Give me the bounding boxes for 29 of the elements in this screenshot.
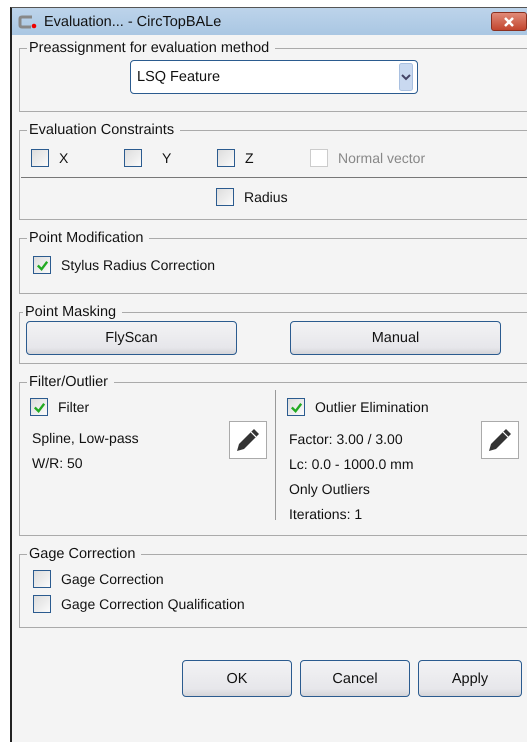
dialog-button[interactable]: Apply — [418, 660, 522, 697]
group-title: Filter/Outlier — [28, 374, 109, 390]
mask-button[interactable]: FlyScan — [26, 321, 237, 355]
setting-text: W/R: 50 — [31, 454, 84, 473]
setting-text: Only Outliers — [288, 480, 371, 499]
dialog-button[interactable]: OK — [182, 660, 292, 697]
group-title: Gage Correction — [28, 546, 136, 562]
evaluation-method-dropdown[interactable]: LSQ Feature — [130, 60, 418, 94]
checkbox-label: Gage Correction — [61, 571, 164, 587]
setting-text: Spline, Low-pass — [31, 429, 140, 448]
mask-button[interactable]: Manual — [290, 321, 501, 355]
setting-text: Lc: 0.0 - 1000.0 mm — [288, 455, 415, 474]
checkbox-label: Filter — [58, 399, 90, 415]
checkbox-label: Outlier Elimination — [315, 399, 429, 415]
setting-text: Factor: 3.00 / 3.00 — [288, 430, 404, 449]
group-title: Preassignment for evaluation method — [28, 40, 270, 56]
group-title: Point Modification — [28, 230, 144, 246]
checkbox-label: Y — [162, 150, 172, 166]
group-title: Point Masking — [24, 304, 118, 320]
checkbox-label: Z — [245, 150, 254, 166]
checkbox-label: Gage Correction Qualification — [61, 596, 245, 612]
checkbox-label: X — [59, 150, 68, 166]
dialog-button[interactable]: Cancel — [300, 660, 410, 697]
checkbox-label: Radius — [244, 189, 288, 205]
group-title: Evaluation Constraints — [28, 122, 176, 138]
checkbox-label: Normal vector — [338, 150, 426, 166]
checkbox-label: Stylus Radius Correction — [61, 257, 216, 273]
window-title: Evaluation... - CircTopBALe — [44, 14, 222, 30]
setting-text: Iterations: 1 — [288, 505, 364, 524]
